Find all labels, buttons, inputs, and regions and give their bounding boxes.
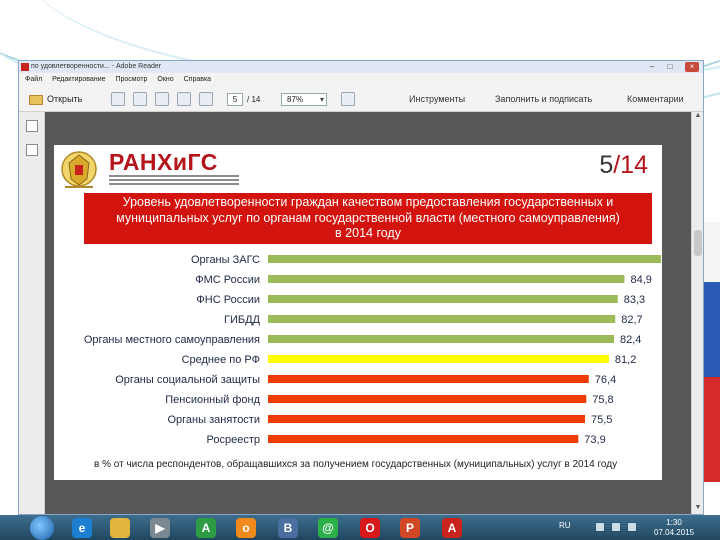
category-label: ГИБДД [224,314,261,326]
value-label: 73,9 [584,434,605,446]
volume-icon[interactable] [628,523,636,531]
attachments-icon[interactable] [26,144,38,156]
value-label: 75,8 [592,394,613,406]
green-app-icon[interactable]: A [196,518,216,538]
title-bar: по удовлетворенности... - Adobe Reader –… [19,61,703,73]
zoom-select[interactable]: 87% [281,93,327,106]
title-line: Уровень удовлетворенности граждан качест… [122,195,614,209]
bar [268,355,609,363]
pdf-page: РАНХиГС 5/14 Уровень удовлетворенности г… [54,145,662,480]
start-button[interactable] [30,516,54,540]
fit-page-icon[interactable] [341,92,355,106]
clock-date: 07.04.2015 [654,528,695,537]
open-label: Открыть [47,94,83,104]
slide-title-banner: Уровень удовлетворенности граждан качест… [84,193,652,244]
ie-icon[interactable]: e [72,518,92,538]
value-label: 76,4 [595,374,616,386]
language-indicator[interactable]: RU [559,521,571,530]
acrobat-icon[interactable]: A [442,518,462,538]
value-label: 83,3 [624,294,645,306]
category-label: ФМС России [195,274,260,286]
attach-icon[interactable] [199,92,213,106]
bar [268,315,616,323]
share-icon[interactable] [177,92,191,106]
window-title: по удовлетворенности... - Adobe Reader [31,63,162,70]
folder-icon [29,94,43,105]
bar [268,375,589,383]
satisfaction-bar-chart: Органы ЗАГС93,6ФМС России84,9ФНС России8… [84,254,661,446]
scroll-down-icon[interactable]: ▼ [692,504,704,514]
category-label: Среднее по РФ [182,354,260,366]
menu-window[interactable]: Окно [157,76,173,83]
category-label: Росреестр [207,434,260,446]
print-icon[interactable] [133,92,147,106]
value-label: 81,2 [615,354,636,366]
acrobat-icon [21,63,29,71]
menu-bar: Файл Редактирование Просмотр Окно Справк… [19,73,703,86]
category-label: Пенсионный фонд [165,394,260,406]
mail-icon[interactable]: @ [318,518,338,538]
slide-page-current: 5 [599,151,614,179]
network-icon[interactable] [612,523,620,531]
bar [268,335,614,343]
edit-icon[interactable] [155,92,169,106]
menu-edit[interactable]: Редактирование [52,76,105,83]
navigation-panel [19,112,45,514]
slide-page-number: 5/14 [599,151,648,180]
slide-page-total: /14 [613,151,648,179]
menu-view[interactable]: Просмотр [115,76,147,83]
ranepa-emblem-icon [61,151,97,188]
category-label: Органы занятости [167,414,260,426]
clock[interactable]: 1:30 07.04.2015 [654,518,694,538]
close-button[interactable]: × [685,62,699,72]
open-button[interactable]: Открыть [29,92,82,106]
clock-time: 1:30 [666,518,682,527]
bar [268,295,618,303]
category-label: Органы социальной защиты [115,374,260,386]
value-label: 75,5 [591,414,612,426]
pages-panel-icon[interactable] [26,120,38,132]
vertical-scrollbar[interactable]: ▲ ▼ [691,112,703,514]
maximize-button[interactable]: □ [663,62,677,72]
value-label: 82,7 [621,314,642,326]
bar [268,435,579,443]
title-line: муниципальных услуг по органам государст… [116,210,620,225]
menu-file[interactable]: Файл [25,76,42,83]
taskbar: e ▶ A o B @ O P A RU 1:30 07.04.2015 [0,515,720,540]
category-label: Органы местного самоуправления [84,334,260,346]
menu-help[interactable]: Справка [184,76,211,83]
page-total: / 14 [247,95,261,104]
page-number-input[interactable]: 5 [227,93,243,106]
title-line: в 2014 году [335,226,401,240]
tools-button[interactable]: Инструменты [409,93,465,106]
tray-up-icon[interactable] [596,523,604,531]
fill-sign-button[interactable]: Заполнить и подписать [495,93,592,106]
bar [268,275,625,283]
bar [268,395,587,403]
chart-footnote: в % от числа респондентов, обращавшихся … [94,459,618,470]
bar [268,255,661,263]
category-label: ФНС России [196,294,260,306]
create-icon[interactable] [111,92,125,106]
folder-icon[interactable] [110,518,130,538]
odnoklassniki-icon[interactable]: o [236,518,256,538]
value-label: 84,9 [630,274,651,286]
logo-text: РАНХиГС [109,149,218,175]
opera-icon[interactable]: O [360,518,380,538]
bar [268,415,586,423]
vk-icon[interactable]: B [278,518,298,538]
minimize-button[interactable]: – [645,62,659,72]
comments-button[interactable]: Комментарии [627,93,684,106]
scroll-up-icon[interactable]: ▲ [692,112,704,122]
value-label: 82,4 [620,334,641,346]
media-icon[interactable]: ▶ [150,518,170,538]
powerpoint-icon[interactable]: P [400,518,420,538]
toolbar: Открыть 5 / 14 87% Инструменты Заполнить… [19,86,703,112]
scroll-thumb[interactable] [694,230,702,256]
category-label: Органы ЗАГС [191,254,260,266]
logo-subtitle [109,175,239,189]
